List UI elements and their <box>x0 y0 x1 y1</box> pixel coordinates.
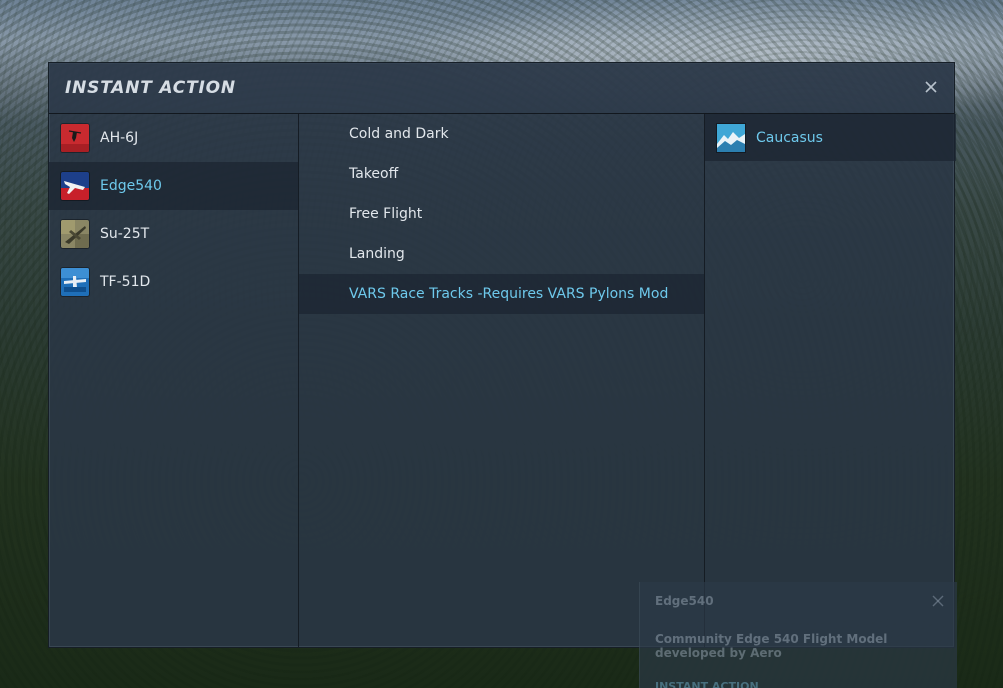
instant-action-window: INSTANT ACTION AH-6J Edge540 Su-25T TF-5… <box>48 62 956 648</box>
window-title: INSTANT ACTION <box>65 78 236 98</box>
info-link[interactable]: INSTANT ACTION <box>655 680 759 688</box>
info-description: Community Edge 540 Flight Model develope… <box>655 632 888 660</box>
aircraft-label: TF-51D <box>100 274 151 290</box>
aircraft-item-su-25t[interactable]: Su-25T <box>49 210 298 258</box>
tf-51d-icon <box>61 268 89 296</box>
aircraft-item-ah-6j[interactable]: AH-6J <box>49 114 298 162</box>
caucasus-map-icon <box>717 123 745 152</box>
mission-item[interactable]: Landing <box>299 234 704 274</box>
window-titlebar: INSTANT ACTION <box>49 63 954 114</box>
mission-item[interactable]: Takeoff <box>299 154 704 194</box>
ah-6j-icon <box>61 124 89 152</box>
su-25t-icon <box>61 220 89 248</box>
aircraft-label: Edge540 <box>100 178 162 194</box>
mission-list: Cold and Dark Takeoff Free Flight Landin… <box>299 114 705 647</box>
close-icon[interactable] <box>931 593 945 607</box>
mission-label: Free Flight <box>349 206 423 222</box>
map-label: Caucasus <box>756 129 823 146</box>
info-panel: Edge540 Community Edge 540 Flight Model … <box>639 582 957 688</box>
aircraft-list: AH-6J Edge540 Su-25T TF-51D <box>49 114 299 647</box>
aircraft-item-edge540[interactable]: Edge540 <box>49 162 298 210</box>
mission-label: Cold and Dark <box>349 126 449 142</box>
map-item-caucasus[interactable]: Caucasus <box>705 114 956 161</box>
mission-item[interactable]: Free Flight <box>299 194 704 234</box>
close-icon[interactable] <box>922 78 940 96</box>
mission-label: Takeoff <box>349 166 399 182</box>
mission-item[interactable]: VARS Race Tracks -Requires VARS Pylons M… <box>299 274 704 314</box>
info-title: Edge540 <box>655 594 714 608</box>
aircraft-item-tf-51d[interactable]: TF-51D <box>49 258 298 306</box>
aircraft-label: Su-25T <box>100 226 150 242</box>
mission-label: VARS Race Tracks -Requires VARS Pylons M… <box>349 286 669 302</box>
aircraft-label: AH-6J <box>100 130 139 146</box>
map-list: Caucasus <box>705 114 956 647</box>
mission-item[interactable]: Cold and Dark <box>299 114 704 154</box>
edge540-icon <box>61 172 89 200</box>
mission-label: Landing <box>349 246 405 262</box>
